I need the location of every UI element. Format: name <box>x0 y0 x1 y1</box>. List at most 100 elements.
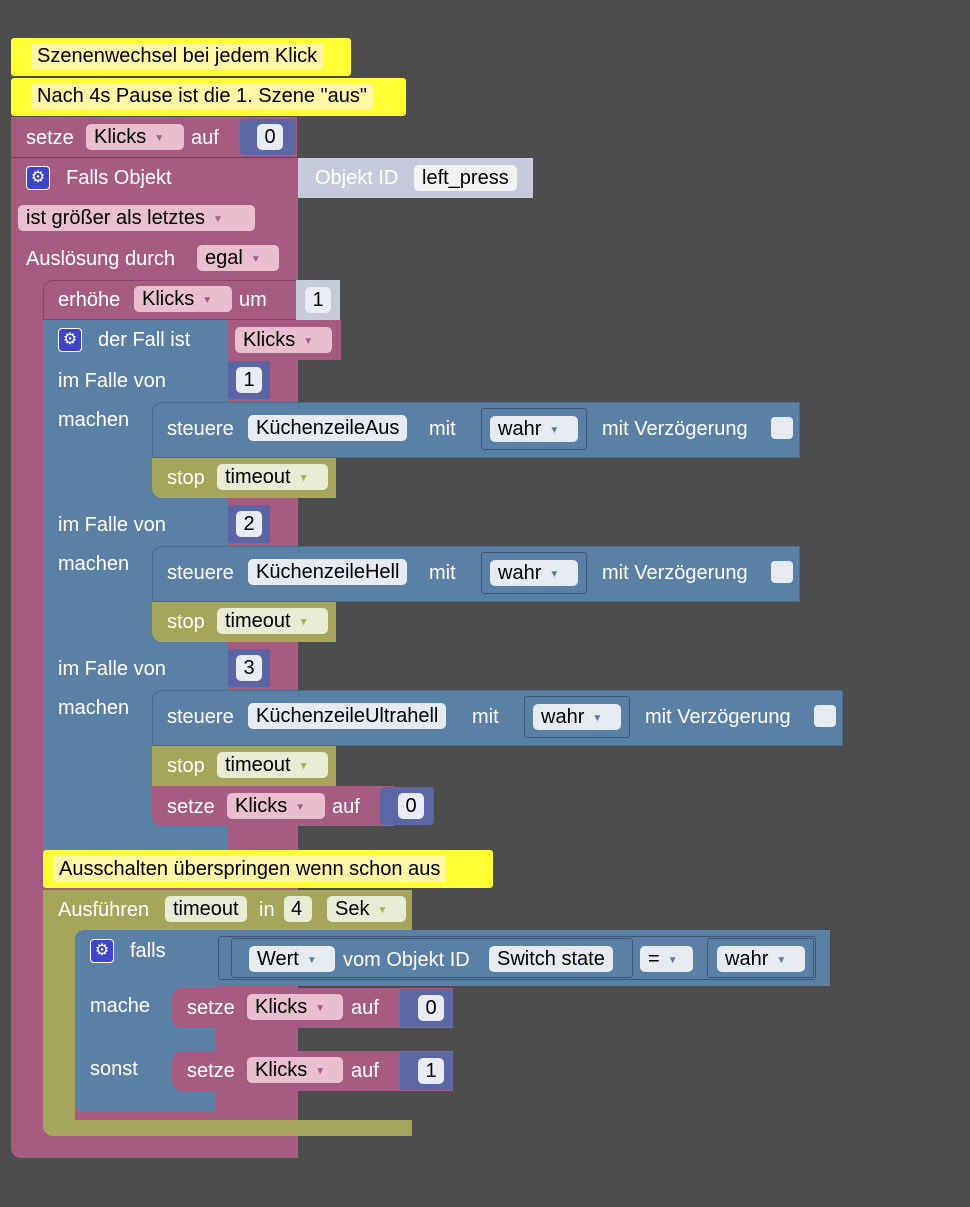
trigger-source-label: Auslösung durch <box>26 248 175 270</box>
state-value: wahr <box>541 706 585 728</box>
dropdown-arrow-icon: ▼ <box>298 761 309 772</box>
else-label: sonst <box>90 1058 138 1080</box>
stop-label: stop <box>167 755 205 777</box>
dropdown-arrow-icon: ▼ <box>303 336 314 347</box>
comment-text: Ausschalten überspringen wenn schon aus <box>53 856 447 882</box>
state-dropdown[interactable]: wahr ▼ <box>533 704 621 730</box>
variable-name: Klicks <box>255 996 308 1018</box>
comment-text: Nach 4s Pause ist die 1. Szene "aus" <box>31 83 373 109</box>
compare-value: wahr <box>725 948 769 970</box>
trigger-source-value: egal <box>205 247 243 269</box>
do-label: machen <box>58 409 130 431</box>
comment-text: Szenenwechsel bei jedem Klick <box>31 43 324 69</box>
increment-label: erhöhe <box>58 289 121 311</box>
number-value[interactable]: 0 <box>257 124 283 150</box>
set-label: setze <box>167 796 215 818</box>
variable-dropdown[interactable]: Klicks ▼ <box>247 1057 343 1083</box>
variable-name: Klicks <box>94 126 147 148</box>
state-dropdown[interactable]: wahr ▼ <box>490 416 578 442</box>
set-label: setze <box>187 997 235 1019</box>
delay-checkbox[interactable] <box>814 705 836 727</box>
dropdown-arrow-icon: ▼ <box>298 617 309 628</box>
variable-dropdown[interactable]: Klicks ▼ <box>227 793 325 819</box>
mit-label: mit <box>472 706 499 728</box>
dropdown-arrow-icon: ▼ <box>315 1066 326 1077</box>
trigger-title: Falls Objekt <box>66 167 172 189</box>
variable-dropdown[interactable]: Klicks ▼ <box>235 327 332 353</box>
delay-checkbox[interactable] <box>771 417 793 439</box>
timeout-name-field[interactable]: timeout <box>165 896 247 922</box>
variable-dropdown[interactable]: Klicks ▼ <box>134 286 232 312</box>
operator-dropdown[interactable]: = ▼ <box>640 946 693 972</box>
state-value: wahr <box>498 562 542 584</box>
timeout-value-field[interactable]: 4 <box>284 896 312 922</box>
control-label: steuere <box>167 562 234 584</box>
case-label: im Falle von <box>58 658 166 680</box>
delay-label: mit Verzögerung <box>602 562 748 584</box>
timeout-label: Ausführen <box>58 899 150 921</box>
timeout-dropdown[interactable]: timeout ▼ <box>217 464 328 490</box>
object-field[interactable]: Switch state <box>489 946 613 972</box>
timeout-footer <box>43 1120 412 1136</box>
comment-pause[interactable]: Nach 4s Pause ist die 1. Szene "aus" <box>11 78 406 116</box>
dropdown-arrow-icon: ▼ <box>315 1003 326 1014</box>
object-field[interactable]: KüchenzeileHell <box>248 559 408 585</box>
comment-scene-change[interactable]: Szenenwechsel bei jedem Klick <box>11 38 351 76</box>
dropdown-arrow-icon: ▼ <box>298 473 309 484</box>
gear-icon[interactable]: ⚙ <box>58 328 82 352</box>
gear-icon[interactable]: ⚙ <box>90 939 114 963</box>
set-label: setze <box>187 1060 235 1082</box>
timeout-name: timeout <box>225 610 291 632</box>
comment-skip-off[interactable]: Ausschalten überspringen wenn schon aus <box>43 850 493 888</box>
object-id-label: Objekt ID <box>315 167 399 189</box>
auf-label: auf <box>191 127 219 149</box>
delay-label: mit Verzögerung <box>645 706 791 728</box>
delay-checkbox[interactable] <box>771 561 793 583</box>
case-label: im Falle von <box>58 514 166 536</box>
number-value[interactable]: 1 <box>305 287 331 313</box>
object-id-field[interactable]: left_press <box>414 165 517 191</box>
variable-name: Klicks <box>255 1059 308 1081</box>
dropdown-arrow-icon: ▼ <box>667 955 678 966</box>
object-field[interactable]: KüchenzeileUltrahell <box>248 703 447 729</box>
timeout-dropdown[interactable]: timeout ▼ <box>217 752 328 778</box>
switch-label: der Fall ist <box>98 329 191 351</box>
then-label: mache <box>90 995 151 1017</box>
case-value[interactable]: 1 <box>236 367 262 393</box>
dropdown-arrow-icon: ▼ <box>306 955 317 966</box>
stop-label: stop <box>167 611 205 633</box>
object-field[interactable]: KüchenzeileAus <box>248 415 408 441</box>
gear-icon[interactable]: ⚙ <box>26 166 50 190</box>
dropdown-arrow-icon: ▼ <box>592 713 603 724</box>
dropdown-arrow-icon: ▼ <box>776 955 787 966</box>
auf-label: auf <box>351 1060 379 1082</box>
operator-value: = <box>648 948 660 970</box>
state-dropdown[interactable]: wahr ▼ <box>490 560 578 586</box>
case-value[interactable]: 2 <box>236 511 262 537</box>
value-type-dropdown[interactable]: Wert ▼ <box>249 946 335 972</box>
um-label: um <box>239 289 267 311</box>
variable-dropdown[interactable]: Klicks ▼ <box>86 124 184 150</box>
dropdown-arrow-icon: ▼ <box>250 254 261 265</box>
auf-label: auf <box>332 796 360 818</box>
compare-dropdown[interactable]: wahr ▼ <box>717 946 805 972</box>
number-value[interactable]: 1 <box>418 1058 444 1084</box>
control-label: steuere <box>167 706 234 728</box>
dropdown-arrow-icon: ▼ <box>202 295 213 306</box>
unit-dropdown[interactable]: Sek ▼ <box>327 896 406 922</box>
condition-dropdown[interactable]: ist größer als letztes ▼ <box>18 205 255 231</box>
variable-dropdown[interactable]: Klicks ▼ <box>247 994 343 1020</box>
trigger-source-dropdown[interactable]: egal ▼ <box>197 245 279 271</box>
set-label: setze <box>26 127 74 149</box>
dropdown-arrow-icon: ▼ <box>549 425 560 436</box>
timeout-dropdown[interactable]: timeout ▼ <box>217 608 328 634</box>
mit-label: mit <box>429 418 456 440</box>
number-value[interactable]: 0 <box>418 995 444 1021</box>
case-value[interactable]: 3 <box>236 655 262 681</box>
from-object-label: vom Objekt ID <box>343 949 470 971</box>
number-value[interactable]: 0 <box>398 793 424 819</box>
timeout-name: timeout <box>225 754 291 776</box>
do-label: machen <box>58 697 130 719</box>
state-value: wahr <box>498 418 542 440</box>
variable-name: Klicks <box>235 795 288 817</box>
